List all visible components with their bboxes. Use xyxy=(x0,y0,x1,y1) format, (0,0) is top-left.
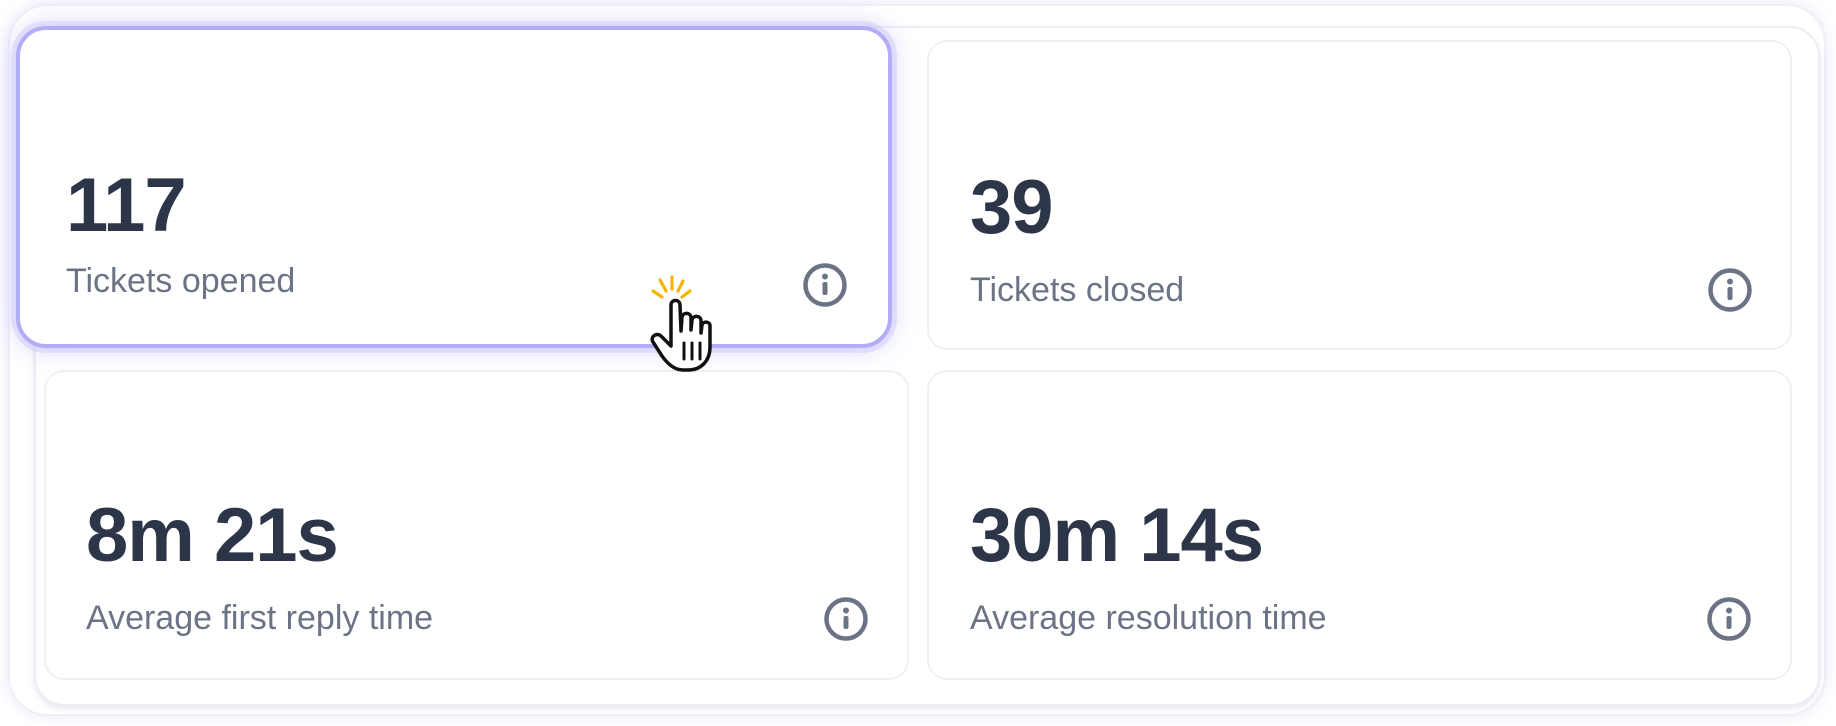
metric-value: 30m 14s xyxy=(970,493,1264,578)
stat-card-average-first-reply-time[interactable]: 8m 21s Average first reply time xyxy=(44,370,909,680)
metric-label: Average resolution time xyxy=(970,599,1327,637)
stat-card-average-resolution-time[interactable]: 30m 14s Average resolution time xyxy=(927,370,1792,680)
metric-value: 117 xyxy=(66,163,187,248)
info-icon[interactable] xyxy=(823,596,869,642)
info-icon[interactable] xyxy=(1707,267,1753,313)
metric-label: Average first reply time xyxy=(86,599,434,637)
metric-value: 39 xyxy=(970,165,1054,250)
metric-value: 8m 21s xyxy=(86,493,339,578)
metric-label: Tickets opened xyxy=(66,262,296,300)
metric-label: Tickets closed xyxy=(970,271,1185,309)
stat-card-tickets-closed[interactable]: 39 Tickets closed xyxy=(927,40,1792,350)
stat-card-tickets-opened[interactable]: 117 Tickets opened xyxy=(16,26,892,348)
info-icon[interactable] xyxy=(802,262,848,308)
info-icon[interactable] xyxy=(1706,596,1752,642)
